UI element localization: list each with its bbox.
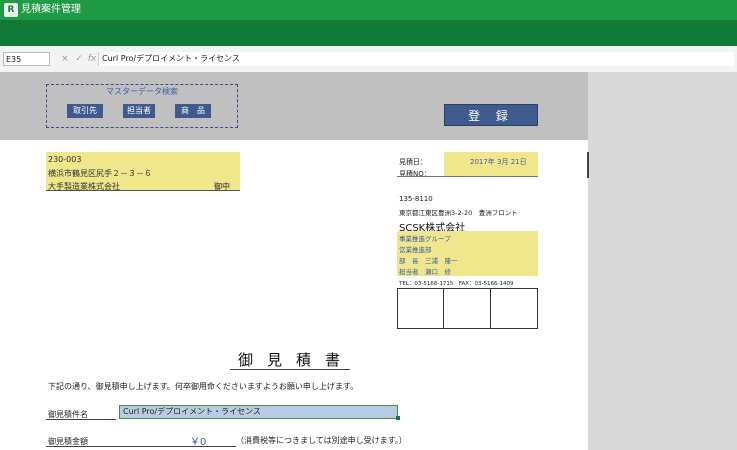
staff-search-button[interactable]: 担当者 [123,104,155,118]
estimate-no-label: 見積NO： [399,170,431,178]
estimate-date-label: 見積日： [399,158,427,166]
tax-note: （消費税等につきましては別途申し受けます。） [236,436,407,445]
subject-cell[interactable]: Curl Pro/デプロイメント・ライセンス [119,405,398,419]
cancel-icon[interactable]: × [59,53,71,65]
issuer-dept2[interactable]: 営業推進部 [399,244,432,254]
estimate-no-underline [397,176,538,177]
customer-address[interactable]: 横浜市鶴見区尻手２－３－６ [48,168,152,179]
register-button[interactable]: 登 録 [444,104,538,126]
document-title: 御見積書 [238,351,355,369]
issuer-staff[interactable]: 担当者 瀬口 修 [399,266,451,276]
sheet-gray-area [588,72,737,450]
window-title: 見積案件管理 [21,4,81,15]
intro-text: 下記の通り、御見積申し上げます。何卒御用命くださいますようお願い申し上げます。 [48,382,359,391]
customer-postal[interactable]: 230-003 [48,155,81,164]
document-title-underline [230,369,350,370]
master-search-title: マスターデータ検索 [106,87,178,96]
confirm-icon[interactable]: ✓ [73,53,85,65]
title-bar [0,0,737,20]
app-logo-icon: R [4,3,18,17]
ribbon-bar [0,20,737,46]
customer-search-button[interactable]: 取引先 [67,104,103,118]
formula-input[interactable]: Curl Pro/デプロイメント・ライセンス [98,52,734,66]
approval-stamp-boxes [397,288,538,329]
issuer-dept1[interactable]: 事業推進グループ [399,233,451,243]
fx-icon[interactable]: fx [86,53,98,65]
product-search-button[interactable]: 商 品 [175,104,211,118]
amount-underline [46,446,236,447]
issuer-postal: 135-8110 [399,195,433,203]
customer-underline [46,190,240,191]
amount-value[interactable]: ￥0 [190,433,206,448]
name-box[interactable]: E35 [3,52,50,66]
print-area-edge [587,152,589,178]
subject-label-underline [46,419,116,420]
cell-fill-handle[interactable] [396,416,400,420]
issuer-manager[interactable]: 部 長 三浦 隆一 [399,255,458,265]
issuer-address: 東京都江東区豊洲3-2-20 豊洲フロント [399,209,518,217]
issuer-tel-fax: TEL：03-5166-1715 FAX：03-5166-1409 [399,281,514,287]
stamp-divider [443,288,444,329]
estimate-date-value[interactable]: 2017年 3月 21日 [470,157,527,167]
stamp-divider [490,288,491,329]
